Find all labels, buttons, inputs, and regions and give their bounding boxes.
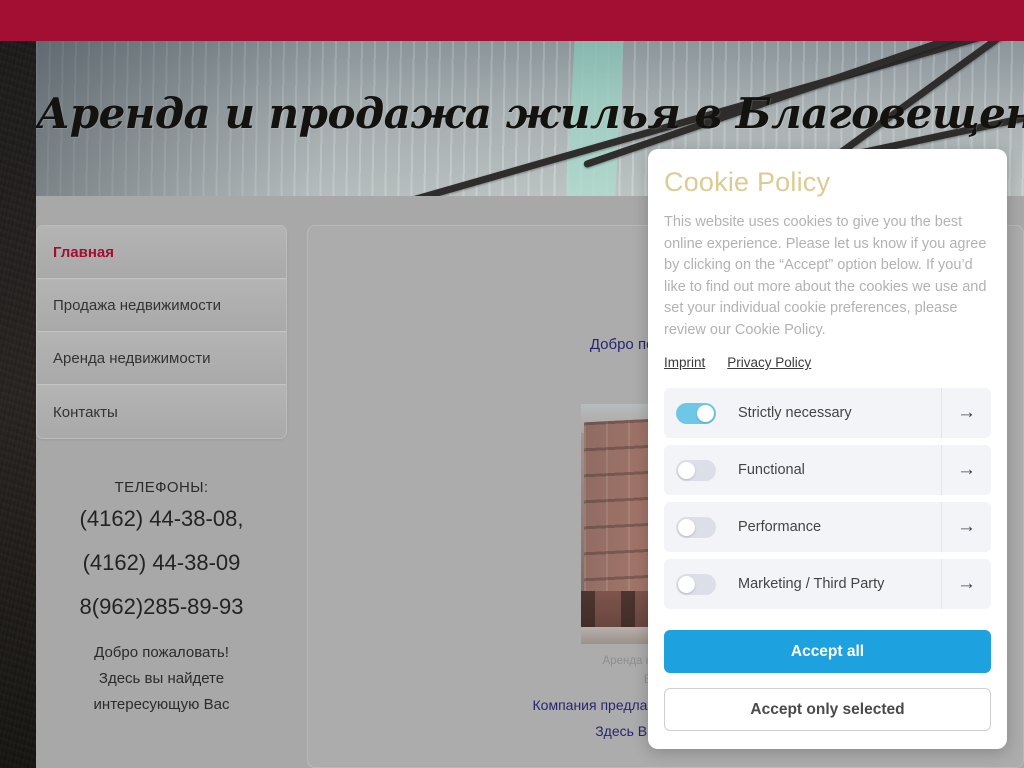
welcome-line: Добро пожаловать! [94, 644, 229, 661]
cookie-policy-dialog: Cookie Policy This website uses cookies … [648, 149, 1007, 749]
sidebar-item-glavnaya[interactable]: Главная [37, 226, 286, 279]
arrow-right-icon[interactable]: → [941, 445, 991, 495]
sidebar-item-label: Контакты [53, 403, 118, 421]
accept-only-selected-button[interactable]: Accept only selected [664, 688, 991, 731]
sidebar-item-prodazha[interactable]: Продажа недвижимости [37, 279, 286, 332]
phone-number[interactable]: 8(962)285-89-93 [36, 596, 287, 618]
toggle-functional[interactable] [676, 459, 716, 481]
phone-number[interactable]: (4162) 44-38-09 [36, 552, 287, 574]
sidebar-item-kontakty[interactable]: Контакты [37, 385, 286, 438]
consent-label: Strictly necessary [738, 405, 852, 421]
toggle-performance[interactable] [676, 516, 716, 538]
consent-label: Marketing / Third Party [738, 576, 885, 592]
toggle-marketing-third-party[interactable] [676, 573, 716, 595]
toggle-knob [678, 575, 695, 593]
consent-row-marketing-third-party[interactable]: Marketing / Third Party → [664, 559, 991, 609]
cookie-dialog-links: Imprint Privacy Policy [664, 355, 991, 370]
welcome-line: интересующую Вас [93, 696, 230, 713]
consent-list: Strictly necessary → Functional → Perfor… [664, 388, 991, 609]
toggle-knob [678, 518, 695, 536]
arrow-right-icon[interactable]: → [941, 559, 991, 609]
cookie-dialog-actions: Accept all Accept only selected [664, 630, 991, 731]
privacy-policy-link[interactable]: Privacy Policy [727, 355, 811, 370]
phones-label: ТЕЛЕФОНЫ: [114, 479, 209, 496]
cookie-dialog-title: Cookie Policy [664, 167, 831, 197]
toggle-strictly-necessary[interactable] [676, 402, 716, 424]
cookie-dialog-body: This website uses cookies to give you th… [664, 214, 987, 338]
phone-number[interactable]: (4162) 44-38-08, [36, 508, 287, 530]
consent-row-strictly-necessary[interactable]: Strictly necessary → [664, 388, 991, 438]
consent-row-functional[interactable]: Functional → [664, 445, 991, 495]
accept-all-button[interactable]: Accept all [664, 630, 991, 673]
top-red-bar [0, 0, 1024, 41]
consent-label: Functional [738, 462, 805, 478]
banner-title: Аренда и продажа жилья в Благовещенске [36, 89, 1024, 138]
welcome-line: Здесь вы найдете [98, 670, 225, 687]
sidebar: Главная Продажа недвижимости Аренда недв… [36, 225, 287, 718]
imprint-link[interactable]: Imprint [664, 355, 705, 370]
sidebar-item-label: Аренда недвижимости [53, 350, 211, 367]
toggle-knob [678, 461, 695, 479]
nav-menu: Главная Продажа недвижимости Аренда недв… [36, 225, 287, 439]
sidebar-welcome-text: Добро пожаловать! Здесь вы найдете интер… [36, 640, 287, 718]
sidebar-item-label: Главная [53, 243, 115, 261]
sidebar-item-label: Продажа недвижимости [53, 297, 221, 314]
consent-row-performance[interactable]: Performance → [664, 502, 991, 552]
arrow-right-icon[interactable]: → [941, 502, 991, 552]
toggle-knob [697, 404, 714, 422]
arrow-right-icon[interactable]: → [941, 388, 991, 438]
consent-label: Performance [738, 519, 822, 535]
sidebar-item-arenda[interactable]: Аренда недвижимости [37, 332, 286, 385]
phones-block: ТЕЛЕФОНЫ: (4162) 44-38-08, (4162) 44-38-… [36, 479, 287, 618]
